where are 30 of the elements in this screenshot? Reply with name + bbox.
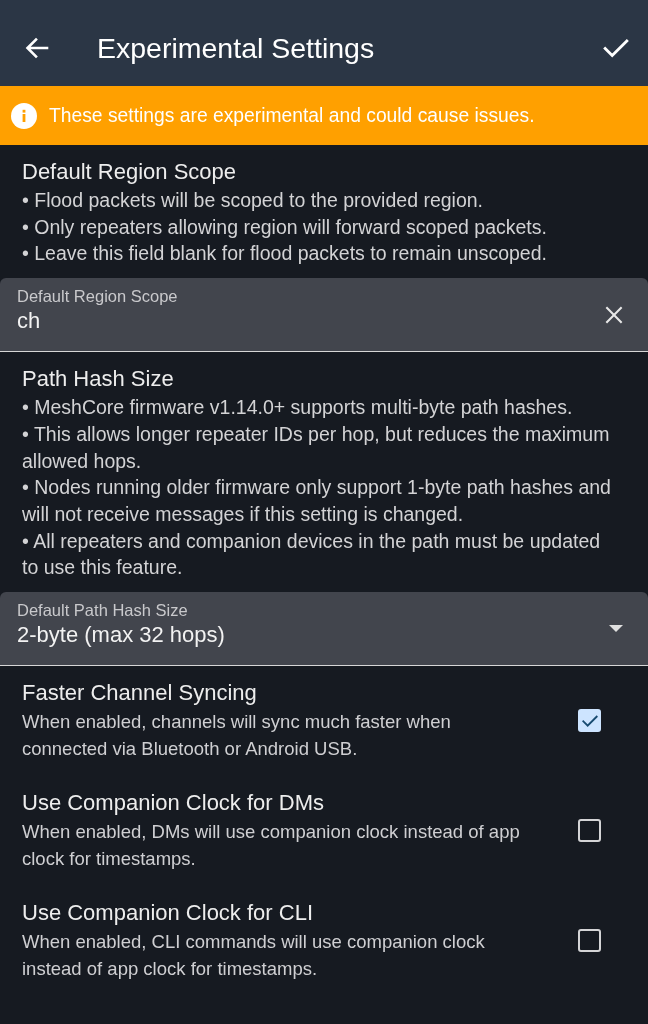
field-value: ch (17, 307, 41, 336)
bullet-text: • Leave this field blank for flood packets to remain unscoped. (22, 241, 548, 267)
setting-title: Faster Channel Syncing (22, 679, 257, 707)
caret-icon (609, 625, 623, 633)
setting-title: Use Companion Clock for DMs (22, 789, 324, 817)
dropdown-field[interactable]: Default Path Hash Size 2-byte (max 32 hops) (0, 592, 648, 667)
setting-description: When enabled, CLI commands will use companion clock instead of app clock for timestamps. (22, 930, 486, 981)
setting-description: When enabled, DMs will use companion clock instead of app clock for timestamps. (22, 820, 521, 871)
close-icon (605, 305, 623, 324)
text-field[interactable]: Default Region Scope ch (0, 278, 648, 353)
section-title: Default Region Scope (22, 158, 237, 186)
bullet-text: • Only repeaters allowing region will forward scoped packets. (22, 214, 548, 240)
checkbox[interactable] (578, 709, 601, 733)
field-label: Default Region Scope (17, 286, 178, 307)
setting-title: Use Companion Clock for CLI (22, 899, 313, 927)
checkbox[interactable] (578, 929, 601, 953)
bullet-text: • All repeaters and companion devices in the path must be updated to use this feature. (22, 528, 602, 581)
checkbox[interactable] (578, 819, 601, 843)
dropdown-value: 2-byte (max 32 hops) (17, 621, 225, 650)
bullet-text: • Flood packets will be scoped to the provided region. (22, 188, 484, 213)
page-title: Experimental Settings (97, 31, 375, 65)
back-arrow-icon (25, 36, 49, 60)
section-title: Path Hash Size (22, 365, 174, 394)
bullet-text: • This allows longer repeater IDs per hop, but reduces the maximum allowed hops. (22, 421, 611, 474)
setting-description: When enabled, channels will sync much faster when connected via Bluetooth or Android USB. (22, 710, 452, 761)
bullet-text: • MeshCore firmware v1.14.0+ supports multi-byte path hashes. (22, 395, 574, 421)
field-label: Default Path Hash Size (17, 600, 188, 621)
info-icon (11, 102, 37, 129)
bullet-text: • Nodes running older firmware only support 1-byte path hashes and will not receive messages if this setting is changed. (22, 475, 612, 527)
warning-text: These settings are experimental and could cause issues. (49, 103, 535, 128)
